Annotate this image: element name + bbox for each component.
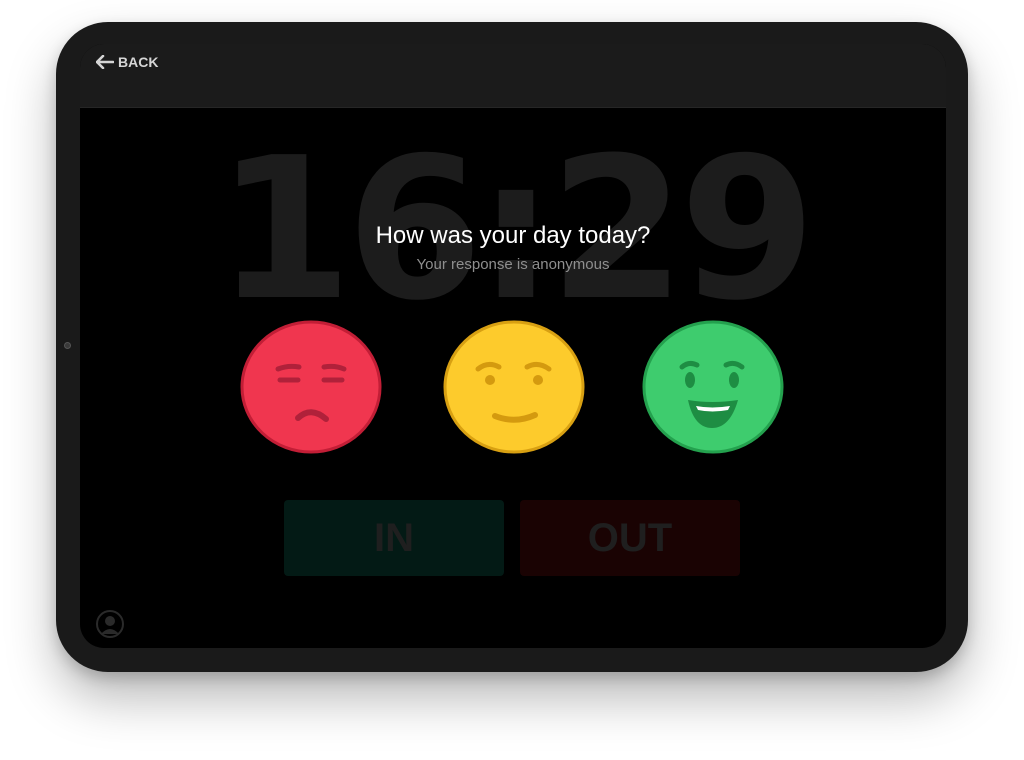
profile-button[interactable]: [96, 610, 124, 638]
top-bar: BACK: [80, 44, 946, 108]
happy-face-icon: [642, 320, 784, 454]
mood-sad-button[interactable]: [240, 320, 382, 454]
front-camera: [64, 342, 71, 349]
back-button[interactable]: BACK: [96, 52, 158, 72]
clock-in-button[interactable]: IN: [284, 500, 504, 576]
mood-happy-button[interactable]: [642, 320, 784, 454]
sad-face-icon: [240, 320, 382, 454]
anonymous-notice: Your response is anonymous: [416, 256, 610, 273]
arrow-left-icon: [96, 55, 114, 69]
app-screen: BACK 16:29 How was your day today? Your …: [80, 44, 946, 648]
back-label: BACK: [118, 54, 159, 70]
tablet-frame: BACK 16:29 How was your day today? Your …: [56, 22, 968, 672]
mood-question: How was your day today?: [375, 222, 651, 249]
mood-okay-button[interactable]: [443, 320, 585, 454]
user-icon: [101, 616, 119, 634]
clock-out-button[interactable]: OUT: [520, 500, 740, 576]
neutral-face-icon: [443, 320, 585, 454]
